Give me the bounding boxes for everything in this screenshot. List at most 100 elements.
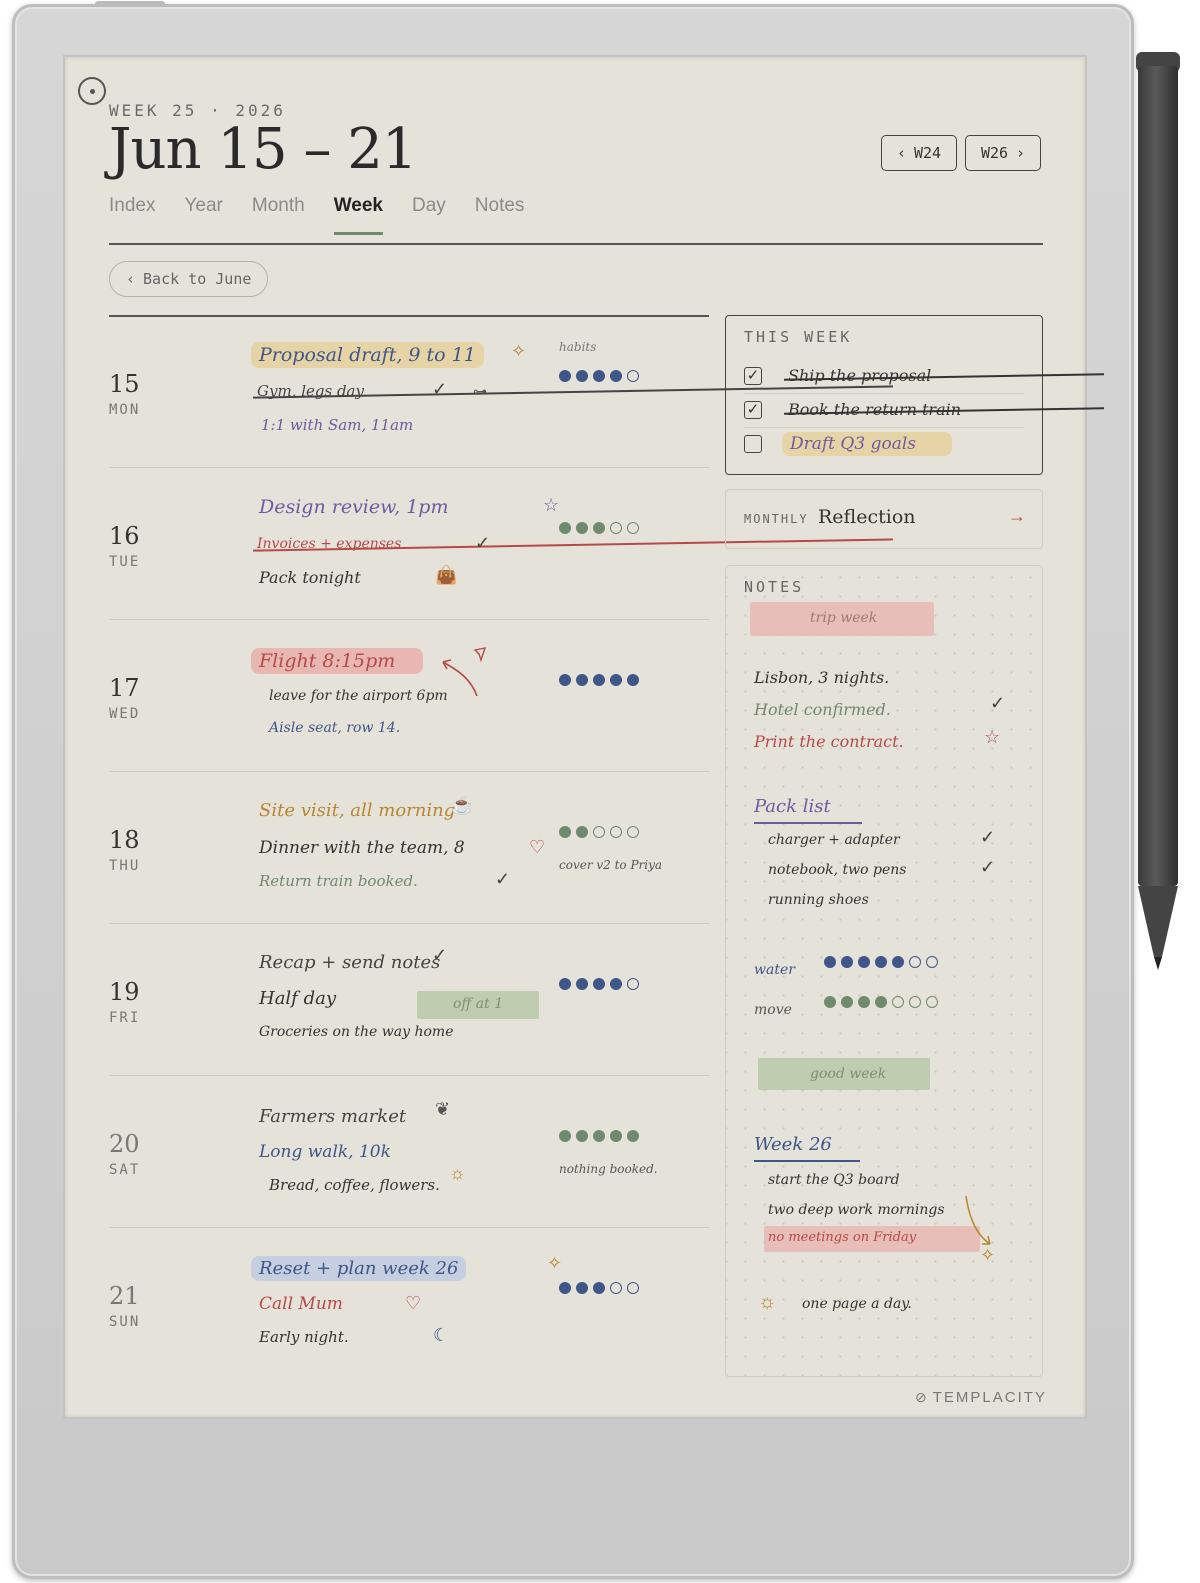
- coffee-cup-icon: ☕: [451, 795, 474, 815]
- day-entry: Recap + send notes: [259, 952, 441, 973]
- check-icon: ✓: [432, 379, 448, 399]
- next-week-label: W26: [980, 144, 1009, 162]
- day-row-15[interactable]: 15 MON Proposal draft, 9 to 11 Gym, legs…: [109, 316, 709, 468]
- check-icon: ✓: [990, 693, 1006, 713]
- dot-filled: [892, 956, 904, 968]
- tracker-dots: [824, 956, 938, 968]
- dot-filled: [559, 370, 571, 382]
- page-title: Jun 15 – 21: [109, 117, 417, 182]
- moon-icon: ☾: [433, 1325, 450, 1345]
- wheat-icon: ❦: [435, 1099, 451, 1119]
- dot-empty: [926, 956, 938, 968]
- notes-panel[interactable]: NOTES trip week Lisbon, 3 nights. Hotel …: [725, 565, 1043, 1377]
- dot-empty: [593, 826, 605, 838]
- dot-empty: [627, 522, 639, 534]
- panel-label: THIS WEEK: [744, 328, 853, 346]
- tracker-dots: [824, 996, 938, 1008]
- next-item: no meetings on Friday: [768, 1230, 917, 1245]
- heart-icon: ♡: [405, 1293, 422, 1313]
- day-number: 19: [109, 978, 140, 1006]
- arrow-doodle-icon: [442, 647, 487, 697]
- dot-filled: [576, 370, 588, 382]
- check-icon: ✓: [495, 869, 511, 889]
- note-line: Hotel confirmed.: [754, 700, 891, 719]
- dot-filled: [610, 674, 622, 686]
- notes-tag: trip week: [810, 610, 878, 626]
- tab-day[interactable]: Day: [412, 195, 446, 235]
- dot-filled: [593, 978, 605, 990]
- note-line: Print the contract.: [754, 732, 904, 751]
- task-text: Draft Q3 goals: [782, 432, 952, 456]
- check-icon: ✓: [432, 945, 448, 965]
- habit-dots: [559, 522, 639, 534]
- sun-icon: ☼: [449, 1163, 466, 1183]
- side-note: nothing booked.: [559, 1162, 658, 1176]
- day-entry: leave for the airport 6pm: [269, 688, 448, 704]
- dot-filled: [593, 674, 605, 686]
- day-row-16[interactable]: 16 TUE Design review, 1pm Invoices + exp…: [109, 468, 709, 620]
- day-weekday: THU: [109, 858, 141, 874]
- tab-index[interactable]: Index: [109, 195, 155, 235]
- habit-dots: [559, 370, 639, 382]
- dot-empty: [627, 826, 639, 838]
- check-icon: ✓: [475, 533, 491, 553]
- notes-footer: one page a day.: [802, 1296, 912, 1312]
- day-entry: Dinner with the team, 8: [259, 838, 465, 858]
- back-to-month-button[interactable]: ‹ Back to June: [109, 261, 269, 297]
- day-row-18[interactable]: 18 THU Site visit, all morning Dinner wi…: [109, 772, 709, 924]
- dot-filled: [559, 522, 571, 534]
- prev-week-button[interactable]: ‹ W24: [881, 135, 957, 171]
- dot-filled: [858, 956, 870, 968]
- notes-subheading: Week 26: [754, 1134, 832, 1155]
- side-note: cover v2 to Priya: [559, 858, 663, 872]
- day-entry: Early night.: [259, 1328, 349, 1346]
- task-text-done: Book the return train: [788, 400, 1068, 419]
- task-item[interactable]: Draft Q3 goals: [744, 428, 1024, 462]
- menu-circle-icon[interactable]: [78, 77, 106, 105]
- tab-notes[interactable]: Notes: [475, 195, 525, 235]
- dot-filled: [559, 1130, 571, 1142]
- day-row-17[interactable]: 17 WED Flight 8:15pm leave for the airpo…: [109, 620, 709, 772]
- dot-filled: [841, 996, 853, 1008]
- day-weekday: SUN: [109, 1314, 141, 1330]
- notes-subheading: Pack list: [754, 796, 831, 817]
- sun-icon: ☼: [758, 1291, 777, 1313]
- monthly-reflection-link[interactable]: MONTHLY Reflection →: [725, 489, 1043, 549]
- tab-week[interactable]: Week: [333, 195, 384, 235]
- dot-filled: [875, 996, 887, 1008]
- day-row-20[interactable]: 20 SAT Farmers market Long walk, 10k Bre…: [109, 1076, 709, 1228]
- tracker-label: move: [754, 1002, 792, 1018]
- task-item[interactable]: ✓ Ship the proposal: [744, 360, 1024, 394]
- day-entry: Farmers market: [259, 1106, 407, 1127]
- day-weekday: WED: [109, 706, 141, 722]
- chevron-left-icon: ‹: [126, 270, 136, 288]
- day-number: 15: [109, 370, 140, 398]
- day-entry: Site visit, all morning: [259, 800, 456, 821]
- day-row-19[interactable]: 19 FRI Recap + send notes Half day Groce…: [109, 924, 709, 1076]
- tab-month[interactable]: Month: [252, 195, 305, 235]
- sparkle-icon: ✧: [511, 341, 527, 361]
- checkbox-checked[interactable]: ✓: [744, 401, 762, 419]
- pack-item: running shoes: [768, 892, 869, 908]
- day-weekday: SAT: [109, 1162, 141, 1178]
- dot-filled: [559, 826, 571, 838]
- dot-filled: [824, 956, 836, 968]
- day-weekday: TUE: [109, 554, 141, 570]
- dot-filled: [559, 978, 571, 990]
- day-row-21[interactable]: 21 SUN Reset + plan week 26 Call Mum Ear…: [109, 1228, 709, 1380]
- tabs-divider: [109, 243, 1043, 245]
- tracker-label: water: [754, 962, 795, 978]
- checkbox-checked[interactable]: ✓: [744, 367, 762, 385]
- task-item[interactable]: ✓ Book the return train: [744, 394, 1024, 428]
- star-icon: ☆: [984, 727, 1001, 747]
- next-week-button[interactable]: W26 ›: [965, 135, 1041, 171]
- this-week-panel: THIS WEEK ✓ Ship the proposal ✓ Book the…: [725, 315, 1043, 475]
- day-weekday: MON: [109, 402, 141, 418]
- checkbox-unchecked[interactable]: [744, 435, 762, 453]
- power-button: [95, 1, 165, 7]
- tab-year[interactable]: Year: [184, 195, 222, 235]
- habit-dots: [559, 1282, 639, 1294]
- brand-name: TEMPLACITY: [932, 1389, 1047, 1406]
- check-icon: ✓: [980, 857, 996, 877]
- stylus-pen: [1136, 52, 1180, 970]
